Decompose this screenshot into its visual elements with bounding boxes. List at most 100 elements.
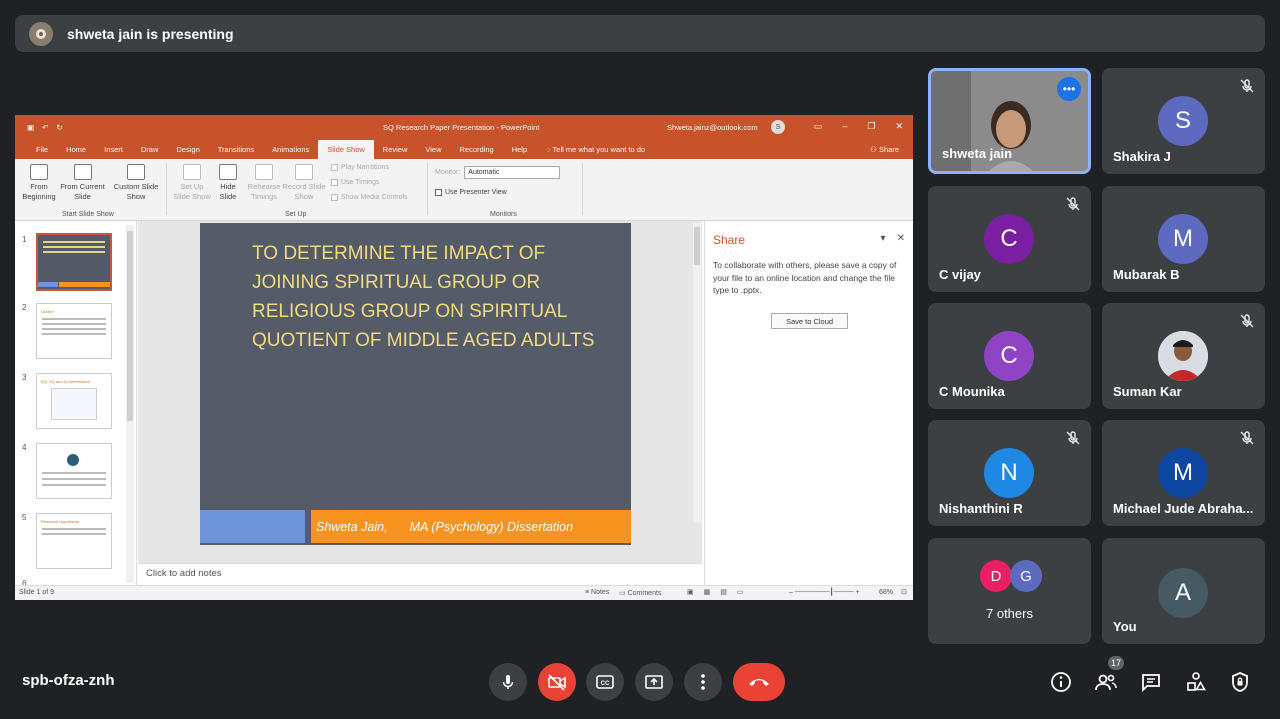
minimize-icon[interactable]: – <box>842 121 847 132</box>
account-email[interactable]: Shweta.jainz@outlook.com <box>667 123 758 132</box>
notes-pane[interactable]: Click to add notes <box>138 563 702 585</box>
thumbnail-line <box>42 333 106 335</box>
slide-scrollbar[interactable] <box>693 223 701 523</box>
more-options-icon[interactable]: ••• <box>1057 77 1081 101</box>
host-controls-button[interactable] <box>1228 670 1252 694</box>
tab-view[interactable]: View <box>416 145 450 159</box>
save-to-cloud-button[interactable]: Save to Cloud <box>771 313 848 329</box>
tell-me-search[interactable]: ◌ Tell me what you want to do <box>546 145 645 159</box>
slide-thumbnail-2[interactable]: Outline <box>36 303 112 359</box>
status-bar: Slide 1 of 9 ≡ Notes ▭ Comments ▣▦▤▭ – ─… <box>15 585 913 600</box>
zoom-slider[interactable]: – ───────┃──── + <box>789 588 860 596</box>
view-buttons[interactable]: ▣▦▤▭ <box>687 588 753 596</box>
slide-thumbnail-4[interactable] <box>36 443 112 499</box>
tab-insert[interactable]: Insert <box>95 145 132 159</box>
comments-toggle[interactable]: ▭ Comments <box>619 589 661 597</box>
from-current-button[interactable]: From Current Slide <box>60 164 105 202</box>
hide-slide-button[interactable]: Hide Slide <box>214 164 242 202</box>
activities-button[interactable] <box>1184 670 1208 694</box>
fit-slide-icon[interactable]: ⊡ <box>901 588 907 596</box>
rehearse-button[interactable]: Rehearse Timings <box>246 164 282 202</box>
tab-transitions[interactable]: Transitions <box>209 145 263 159</box>
participant-tile-you[interactable]: A You <box>1102 538 1265 644</box>
tell-me-label: Tell me what you want to do <box>552 145 646 154</box>
participant-tile-mubarak[interactable]: M Mubarak B <box>1102 186 1265 292</box>
slide-thumbnail-3[interactable]: EQ, SQ and IQ interrelation <box>36 373 112 429</box>
account-avatar[interactable]: S <box>771 120 785 134</box>
tab-design[interactable]: Design <box>167 145 208 159</box>
from-beginning-button[interactable]: From Beginning <box>19 164 59 202</box>
others-count: 7 others <box>986 606 1033 621</box>
ribbon-display-icon[interactable]: ▭ <box>814 121 823 132</box>
pane-options-icon[interactable]: ▾ <box>880 233 885 244</box>
notes-label: Notes <box>591 589 610 596</box>
from-beginning-label: From Beginning <box>22 182 56 201</box>
more-vert-icon <box>701 674 705 690</box>
tab-home[interactable]: Home <box>57 145 95 159</box>
tab-review[interactable]: Review <box>374 145 417 159</box>
participant-tile-nishanthini[interactable]: N Nishanthini R <box>928 420 1091 526</box>
tab-help[interactable]: Help <box>503 145 536 159</box>
thumbnail-line <box>42 484 106 486</box>
person-icon: ⚇ <box>870 145 879 154</box>
current-slide[interactable]: To determine the impact of joining spiri… <box>200 223 631 545</box>
tab-slide-show[interactable]: Slide Show <box>318 140 374 159</box>
zoom-level[interactable]: 68% <box>879 589 893 596</box>
start-group-label: Start Slide Show <box>62 211 114 218</box>
slide-title[interactable]: To determine the impact of joining spiri… <box>252 239 624 355</box>
set-up-show-button[interactable]: Set Up Slide Show <box>172 164 212 202</box>
use-timings-checkbox[interactable]: Use Timings <box>331 179 380 186</box>
ribbon-slide-show: From Beginning From Current Slide Custom… <box>15 159 913 221</box>
custom-show-button[interactable]: Custom Slide Show <box>111 164 161 202</box>
participant-count-badge: 17 <box>1106 654 1126 672</box>
maximize-icon[interactable]: ❐ <box>867 121 875 132</box>
captions-button[interactable]: CC <box>586 663 624 701</box>
participant-tile-suman[interactable]: Suman Kar <box>1102 303 1265 409</box>
participant-tile-cvijay[interactable]: C C vijay <box>928 186 1091 292</box>
record-button[interactable]: Record Slide Show <box>282 164 326 202</box>
play-narrations-checkbox[interactable]: Play Narrations <box>331 164 389 171</box>
slide-thumbnail-1[interactable] <box>36 233 112 291</box>
monitor-select[interactable]: Monitor: Automatic <box>435 166 561 179</box>
thumbnail-scrollbar[interactable] <box>126 225 134 583</box>
meeting-details-button[interactable] <box>1049 670 1073 694</box>
participant-tile-shweta[interactable]: ••• shweta jain <box>928 68 1091 174</box>
hang-up-icon <box>749 679 769 686</box>
share-pane-title: Share <box>713 233 746 247</box>
camera-button[interactable] <box>538 663 576 701</box>
presenter-view-checkbox[interactable]: Use Presenter View <box>435 189 507 196</box>
tab-recording[interactable]: Recording <box>451 145 503 159</box>
tab-animations[interactable]: Animations <box>263 145 318 159</box>
participant-avatar: N <box>984 448 1034 498</box>
more-options-button[interactable] <box>684 663 722 701</box>
people-button[interactable] <box>1094 670 1118 694</box>
monitor-dropdown[interactable]: Automatic <box>464 166 561 179</box>
scrollbar-thumb[interactable] <box>694 227 700 265</box>
leave-call-button[interactable] <box>733 663 785 701</box>
tab-file[interactable]: File <box>27 145 57 159</box>
chat-button[interactable] <box>1139 670 1163 694</box>
redo-icon[interactable]: ↻ <box>56 123 62 132</box>
participant-name: Shakira J <box>1113 149 1171 164</box>
slide-subtitle-bar[interactable]: Shweta Jain, MA (Psychology) Dissertatio… <box>311 510 631 543</box>
close-icon[interactable]: ✕ <box>895 121 903 132</box>
mic-button[interactable] <box>489 663 527 701</box>
pane-close-icon[interactable]: ✕ <box>897 233 905 244</box>
share-pane-controls: ▾ ✕ <box>880 233 905 244</box>
slide-thumbnail-5[interactable]: Research Hypothesis <box>36 513 112 569</box>
participant-tile-michael[interactable]: M Michael Jude Abraha... <box>1102 420 1265 526</box>
notes-toggle[interactable]: ≡ Notes <box>585 589 609 596</box>
tab-draw[interactable]: Draw <box>132 145 168 159</box>
scrollbar-thumb[interactable] <box>127 231 133 421</box>
thumbnail-title: Research Hypothesis <box>41 519 80 524</box>
present-button[interactable] <box>635 663 673 701</box>
undo-icon[interactable]: ↶ <box>42 123 48 132</box>
others-tile[interactable]: D G 7 others <box>928 538 1091 644</box>
participant-tile-cmounika[interactable]: C C Mounika <box>928 303 1091 409</box>
save-icon[interactable]: ▣ <box>27 123 34 132</box>
slide-editor: To determine the impact of joining spiri… <box>138 221 702 563</box>
svg-text:CC: CC <box>601 681 610 687</box>
participant-tile-shakira[interactable]: S Shakira J <box>1102 68 1265 174</box>
share-ribbon-button[interactable]: ⚇ Share <box>870 145 899 154</box>
show-media-checkbox[interactable]: Show Media Controls <box>331 194 408 201</box>
